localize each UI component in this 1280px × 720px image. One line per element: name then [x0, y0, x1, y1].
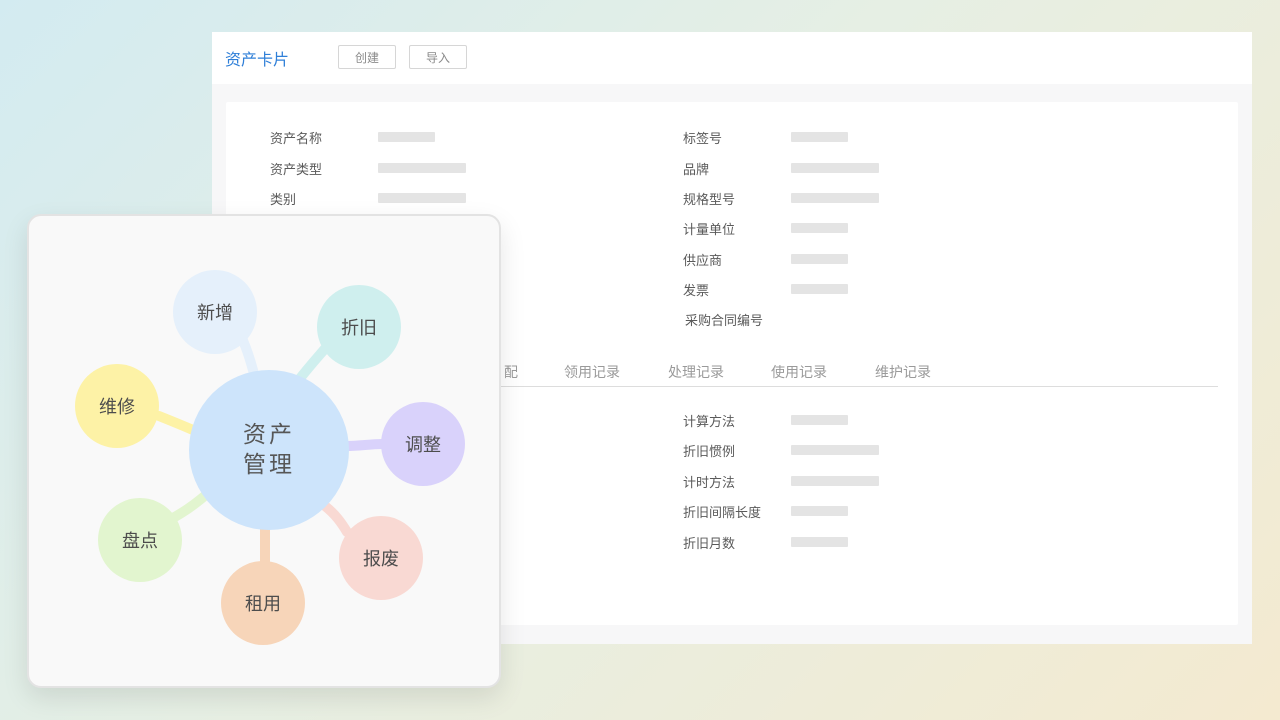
- asset-name-label: 资产名称: [270, 132, 323, 147]
- node-repair[interactable]: 维修: [75, 364, 159, 448]
- timing-method-label: 计时方法: [683, 476, 736, 491]
- convention-value: [791, 445, 879, 455]
- center-line-2: 管理: [243, 452, 295, 478]
- spec-model-value: [791, 193, 879, 203]
- tab-usage-records[interactable]: 使用记录: [771, 362, 827, 382]
- unit-value: [791, 223, 848, 233]
- depreciation-months-label: 折旧月数: [683, 537, 736, 552]
- invoice-value: [791, 284, 848, 294]
- convention-label: 折旧惯例: [683, 445, 736, 460]
- center-line-1: 资产: [243, 422, 295, 448]
- connector-scrap: [320, 501, 352, 537]
- unit-label: 计量单位: [683, 223, 736, 238]
- page-title: 资产卡片: [225, 50, 290, 69]
- node-inventory[interactable]: 盘点: [98, 498, 182, 582]
- connector-adjust: [342, 439, 388, 451]
- supplier-value: [791, 254, 848, 264]
- invoice-label: 发票: [683, 284, 710, 299]
- depreciation-months-value: [791, 537, 848, 547]
- node-lease[interactable]: 租用: [221, 561, 305, 645]
- brand-value: [791, 163, 879, 173]
- tab-process-records[interactable]: 处理记录: [668, 362, 724, 382]
- tag-no-value: [791, 132, 848, 142]
- supplier-label: 供应商: [683, 254, 723, 269]
- tab-maintain-records[interactable]: 维护记录: [875, 362, 931, 382]
- interval-length-label: 折旧间隔长度: [683, 506, 762, 521]
- category-label: 类别: [270, 193, 297, 208]
- calc-method-label: 计算方法: [683, 415, 736, 430]
- tab-receive-records[interactable]: 领用记录: [564, 362, 620, 382]
- category-value: [378, 193, 466, 203]
- interval-length-value: [791, 506, 848, 516]
- connector-repair: [154, 411, 198, 435]
- tab-allocation[interactable]: 配: [504, 362, 518, 382]
- purchase-contract-label: 采购合同编号: [685, 314, 764, 329]
- node-depreciate[interactable]: 折旧: [317, 285, 401, 369]
- import-button[interactable]: 导入: [409, 45, 467, 69]
- asset-type-value: [378, 163, 466, 173]
- calc-method-value: [791, 415, 848, 425]
- brand-label: 品牌: [683, 163, 710, 178]
- node-scrap[interactable]: 报废: [339, 516, 423, 600]
- node-center-asset-management[interactable]: 资产 管理: [189, 370, 349, 530]
- node-adjust[interactable]: 调整: [381, 402, 465, 486]
- asset-name-value: [378, 132, 435, 142]
- tag-no-label: 标签号: [683, 132, 723, 147]
- create-button[interactable]: 创建: [338, 45, 396, 69]
- node-add[interactable]: 新增: [173, 270, 257, 354]
- spec-model-label: 规格型号: [683, 193, 736, 208]
- mindmap-card: 新增 折旧 维修 调整 盘点 报废 租用 资产 管理: [27, 214, 501, 688]
- asset-type-label: 资产类型: [270, 163, 323, 178]
- tab-divider: [496, 386, 1218, 387]
- timing-method-value: [791, 476, 879, 486]
- window-header: 资产卡片 创建 导入: [212, 32, 1252, 84]
